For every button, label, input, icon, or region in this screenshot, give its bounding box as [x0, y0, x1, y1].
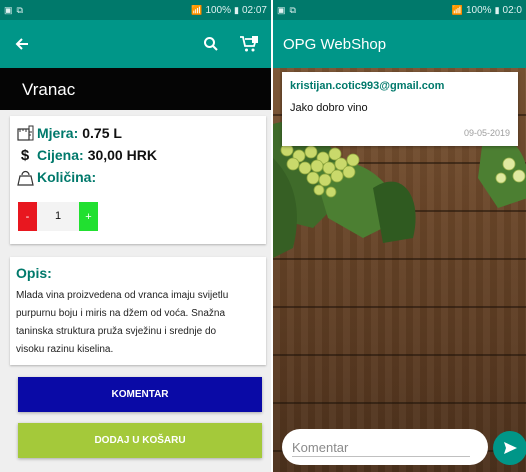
input-underline — [292, 456, 470, 457]
comment-author-email: kristijan.cotic993@gmail.com — [290, 80, 445, 92]
battery-percent: 100% — [205, 4, 232, 16]
screenshot-notification-icon: ⧉ — [289, 4, 296, 15]
gallery-notification-icon: ▣ — [4, 4, 13, 15]
comments-screen: ▣ ⧉ 📶 100% ▮ 02:0 OPG WebShop kristijan.… — [273, 0, 526, 472]
weight-icon — [16, 168, 34, 186]
search-button[interactable] — [199, 32, 223, 56]
arrow-left-icon — [15, 38, 28, 50]
battery-percent: 100% — [466, 4, 492, 16]
product-title: Vranac — [0, 68, 271, 110]
ruler-icon — [16, 124, 34, 142]
screenshot-notification-icon: ⧉ — [16, 4, 23, 15]
description-title: Opis: — [16, 265, 52, 281]
comment-item: kristijan.cotic993@gmail.com Jako dobro … — [282, 72, 518, 146]
status-time: 02:0 — [502, 4, 522, 16]
app-bar: OPG WebShop — [273, 20, 526, 68]
battery-icon: ▮ — [234, 4, 239, 15]
comment-input-container — [282, 429, 488, 465]
app-bar — [0, 20, 271, 68]
description-line: visoku razinu kiselina. — [16, 344, 114, 355]
description-line: Mlada vina proizvedena od vranca imaju s… — [16, 290, 229, 301]
quantity-value: 1 — [37, 202, 79, 231]
decrease-quantity-button[interactable]: - — [18, 202, 37, 231]
add-to-cart-button[interactable]: DODAJ U KOŠARU — [18, 423, 262, 458]
send-icon — [504, 442, 517, 454]
comment-button[interactable]: KOMENTAR — [18, 377, 262, 412]
send-button[interactable] — [493, 431, 526, 465]
product-screen: ▣ ⧉ 📶 100% ▮ 02:07 Vranac Mjera: 0.75 L … — [0, 0, 271, 472]
quantity-stepper: - 1 + — [18, 202, 98, 231]
gallery-notification-icon: ▣ — [277, 4, 286, 15]
status-time: 02:07 — [241, 4, 267, 16]
shop-title: OPG WebShop — [283, 35, 387, 53]
dollar-icon: $ — [20, 146, 30, 164]
cart-button[interactable] — [237, 32, 261, 56]
measure-value: 0.75 L — [82, 125, 122, 141]
measure-row: Mjera: 0.75 L — [10, 122, 266, 144]
quantity-label: Količina: — [37, 169, 97, 185]
price-row: $ Cijena: 30,00 HRK — [10, 144, 266, 166]
description-line: purpurnu boju i miris na džem od voća. S… — [16, 308, 226, 319]
comment-date: 09-05-2019 — [463, 128, 510, 138]
description-text: Mlada vina proizvedena od vranca imaju s… — [16, 287, 260, 359]
comment-text: Jako dobro vino — [290, 102, 368, 114]
battery-icon: ▮ — [494, 4, 500, 15]
product-info-card: Mjera: 0.75 L $ Cijena: 30,00 HRK Količi… — [10, 116, 266, 244]
measure-label: Mjera: — [37, 125, 79, 141]
signal-icon: 📶 — [191, 4, 203, 15]
description-card: Opis: Mlada vina proizvedena od vranca i… — [10, 257, 266, 365]
description-line: taninska struktura pruža svježinu i sred… — [16, 326, 217, 337]
status-bar: ▣ ⧉ 📶 100% ▮ 02:0 — [273, 0, 526, 20]
price-label: Cijena: — [37, 147, 84, 163]
cart-icon — [240, 36, 258, 52]
quantity-row: Količina: — [10, 166, 266, 188]
back-button[interactable] — [10, 32, 34, 56]
comment-input[interactable] — [292, 439, 478, 455]
status-bar: ▣ ⧉ 📶 100% ▮ 02:07 — [0, 0, 271, 20]
signal-icon: 📶 — [451, 4, 463, 15]
price-value: 30,00 HRK — [87, 147, 157, 163]
increase-quantity-button[interactable]: + — [79, 202, 98, 231]
search-icon — [204, 37, 218, 51]
